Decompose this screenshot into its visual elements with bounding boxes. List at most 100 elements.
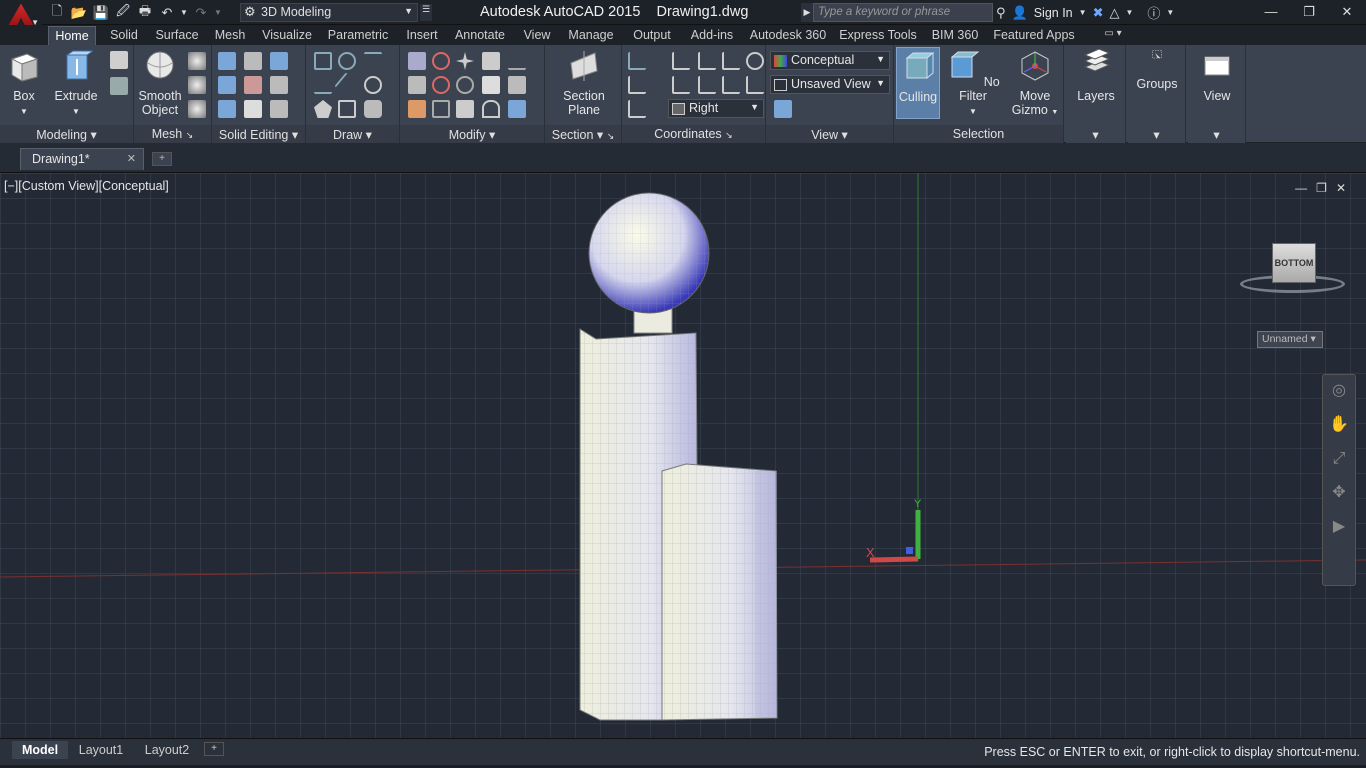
- tab-model[interactable]: Model: [12, 741, 68, 759]
- ucs-zaxis-icon[interactable]: [746, 76, 764, 94]
- offset-icon[interactable]: [482, 100, 500, 118]
- workspace-selector[interactable]: ⚙ 3D Modeling ▼: [240, 3, 418, 22]
- mesh-smooth-more-icon[interactable]: [188, 52, 206, 70]
- chevron-down-icon[interactable]: ▼: [1166, 8, 1174, 17]
- zoom-extents-icon[interactable]: ⤢: [1323, 443, 1355, 477]
- tab-visualize[interactable]: Visualize: [258, 26, 316, 45]
- chevron-down-icon[interactable]: ▼: [1079, 8, 1087, 17]
- file-tab-drawing1[interactable]: Drawing1* ✕: [20, 148, 144, 170]
- showmotion-icon[interactable]: ▶: [1323, 511, 1355, 545]
- helix-icon[interactable]: [338, 52, 356, 70]
- tab-mesh[interactable]: Mesh: [210, 26, 250, 45]
- new-layout-button[interactable]: +: [204, 742, 224, 756]
- ucs-view-icon[interactable]: [628, 100, 646, 118]
- union-icon[interactable]: [218, 52, 236, 70]
- viewcube[interactable]: BOTTOM: [1238, 241, 1348, 301]
- rectangle-icon[interactable]: [338, 100, 356, 118]
- ucs-icon[interactable]: [628, 52, 646, 70]
- move-gizmo-button[interactable]: Move Gizmo ▼: [1008, 49, 1062, 120]
- minimize-icon[interactable]: —: [1295, 181, 1307, 195]
- viewport-controls-label[interactable]: [−][Custom View][Conceptual]: [4, 179, 169, 193]
- ucs-menu-button[interactable]: Unnamed ▾: [1257, 331, 1323, 348]
- minimize-icon[interactable]: —: [1252, 0, 1290, 25]
- tab-featured-apps[interactable]: Featured Apps: [990, 26, 1078, 45]
- extrude-faces-icon[interactable]: [270, 52, 288, 70]
- intersect-icon[interactable]: [218, 100, 236, 118]
- shell-icon[interactable]: [270, 100, 288, 118]
- tab-bim-360[interactable]: BIM 360: [926, 26, 984, 45]
- tab-solid[interactable]: Solid: [104, 26, 144, 45]
- close-icon[interactable]: ✕: [127, 152, 136, 165]
- tab-home[interactable]: Home: [48, 26, 96, 45]
- a360-icon[interactable]: △: [1109, 5, 1119, 21]
- tab-parametric[interactable]: Parametric: [323, 26, 393, 45]
- panel-title-modify[interactable]: Modify ▾: [400, 125, 544, 143]
- refine-mesh-icon[interactable]: [188, 100, 206, 118]
- panel-title-modeling[interactable]: Modeling ▾: [0, 125, 133, 143]
- chamfer-icon[interactable]: [508, 76, 526, 94]
- new-tab-button[interactable]: +: [152, 152, 172, 166]
- save-icon[interactable]: 💾: [92, 4, 110, 22]
- ucs-world-icon[interactable]: [672, 52, 690, 70]
- circle-icon[interactable]: [364, 76, 382, 94]
- 3d-rotate-icon[interactable]: [432, 52, 450, 70]
- layers-expand-button[interactable]: ▾: [1066, 125, 1125, 143]
- view-button[interactable]: View: [1194, 49, 1240, 103]
- subtract-icon[interactable]: [218, 76, 236, 94]
- steering-wheel-icon[interactable]: ◎: [1323, 375, 1355, 409]
- ucs-face-icon[interactable]: [722, 52, 740, 70]
- smooth-object-button[interactable]: Smooth Object: [136, 49, 184, 117]
- panel-title-view[interactable]: View ▾: [766, 125, 893, 143]
- presspull-icon[interactable]: [110, 51, 128, 69]
- undo-icon[interactable]: ↶: [158, 4, 176, 22]
- ucs-y-icon[interactable]: [698, 76, 716, 94]
- tab-output[interactable]: Output: [626, 26, 678, 45]
- spline-icon[interactable]: [314, 76, 332, 94]
- ucs-previous-icon[interactable]: [698, 52, 716, 70]
- ucs-x-icon[interactable]: [672, 76, 690, 94]
- redo-icon[interactable]: ↷: [192, 4, 210, 22]
- panel-title-mesh[interactable]: Mesh ↘: [134, 125, 211, 143]
- new-file-icon[interactable]: 🗋: [48, 3, 66, 22]
- box-button[interactable]: Box ▼: [4, 49, 44, 119]
- search-input[interactable]: Type a keyword or phrase: [813, 3, 993, 22]
- pan-hand-icon[interactable]: ✋: [1323, 409, 1355, 443]
- groups-button[interactable]: Groups: [1134, 49, 1180, 91]
- culling-button[interactable]: Culling: [896, 47, 940, 119]
- mesh-smooth-less-icon[interactable]: [188, 76, 206, 94]
- search-expand-arrow[interactable]: ▶: [801, 3, 813, 22]
- saved-view-combo[interactable]: Unsaved View ▼: [770, 75, 890, 94]
- array-icon[interactable]: [508, 100, 526, 118]
- trim-icon[interactable]: [508, 52, 526, 70]
- visual-style-combo[interactable]: Conceptual ▼: [770, 51, 890, 70]
- align-icon[interactable]: [432, 100, 450, 118]
- move-icon[interactable]: [456, 52, 474, 70]
- plot-icon[interactable]: 🖶: [136, 3, 154, 22]
- open-file-icon[interactable]: 📂: [70, 4, 88, 22]
- viewcube-face[interactable]: BOTTOM: [1272, 243, 1316, 283]
- section-plane-button[interactable]: Section Plane: [555, 49, 613, 117]
- groups-expand-button[interactable]: ▾: [1128, 125, 1185, 143]
- scale-icon[interactable]: [456, 100, 474, 118]
- tab-manage[interactable]: Manage: [562, 26, 620, 45]
- panel-title-solid-editing[interactable]: Solid Editing ▾: [212, 125, 305, 143]
- chevron-down-icon[interactable]: ▼: [1125, 8, 1133, 17]
- restore-icon[interactable]: ❐: [1290, 0, 1328, 25]
- ucs-object-icon[interactable]: [746, 52, 764, 70]
- polysolid-icon[interactable]: [110, 77, 128, 95]
- extrude-button[interactable]: Extrude ▼: [52, 49, 100, 119]
- rotate-icon[interactable]: [456, 76, 474, 94]
- tab-express-tools[interactable]: Express Tools: [836, 26, 920, 45]
- panel-title-coordinates[interactable]: Coordinates ↘: [622, 125, 765, 143]
- tab-insert[interactable]: Insert: [400, 26, 444, 45]
- close-icon[interactable]: ✕: [1336, 181, 1346, 195]
- layers-button[interactable]: Layers: [1074, 48, 1118, 103]
- tab-autodesk-360[interactable]: Autodesk 360: [746, 26, 830, 45]
- drawing-viewport[interactable]: Y X [−][Custom View][Conceptual] — ❐ ✕ B…: [0, 173, 1366, 738]
- redo-dropdown-icon[interactable]: ▼: [214, 4, 222, 22]
- view-direction-combo[interactable]: Right ▼: [668, 99, 764, 118]
- extract-edges-icon[interactable]: [244, 52, 262, 70]
- close-icon[interactable]: ✕: [1328, 0, 1366, 25]
- panel-title-section[interactable]: Section ▾ ↘: [545, 125, 621, 143]
- exchange-apps-icon[interactable]: ✖: [1093, 5, 1104, 21]
